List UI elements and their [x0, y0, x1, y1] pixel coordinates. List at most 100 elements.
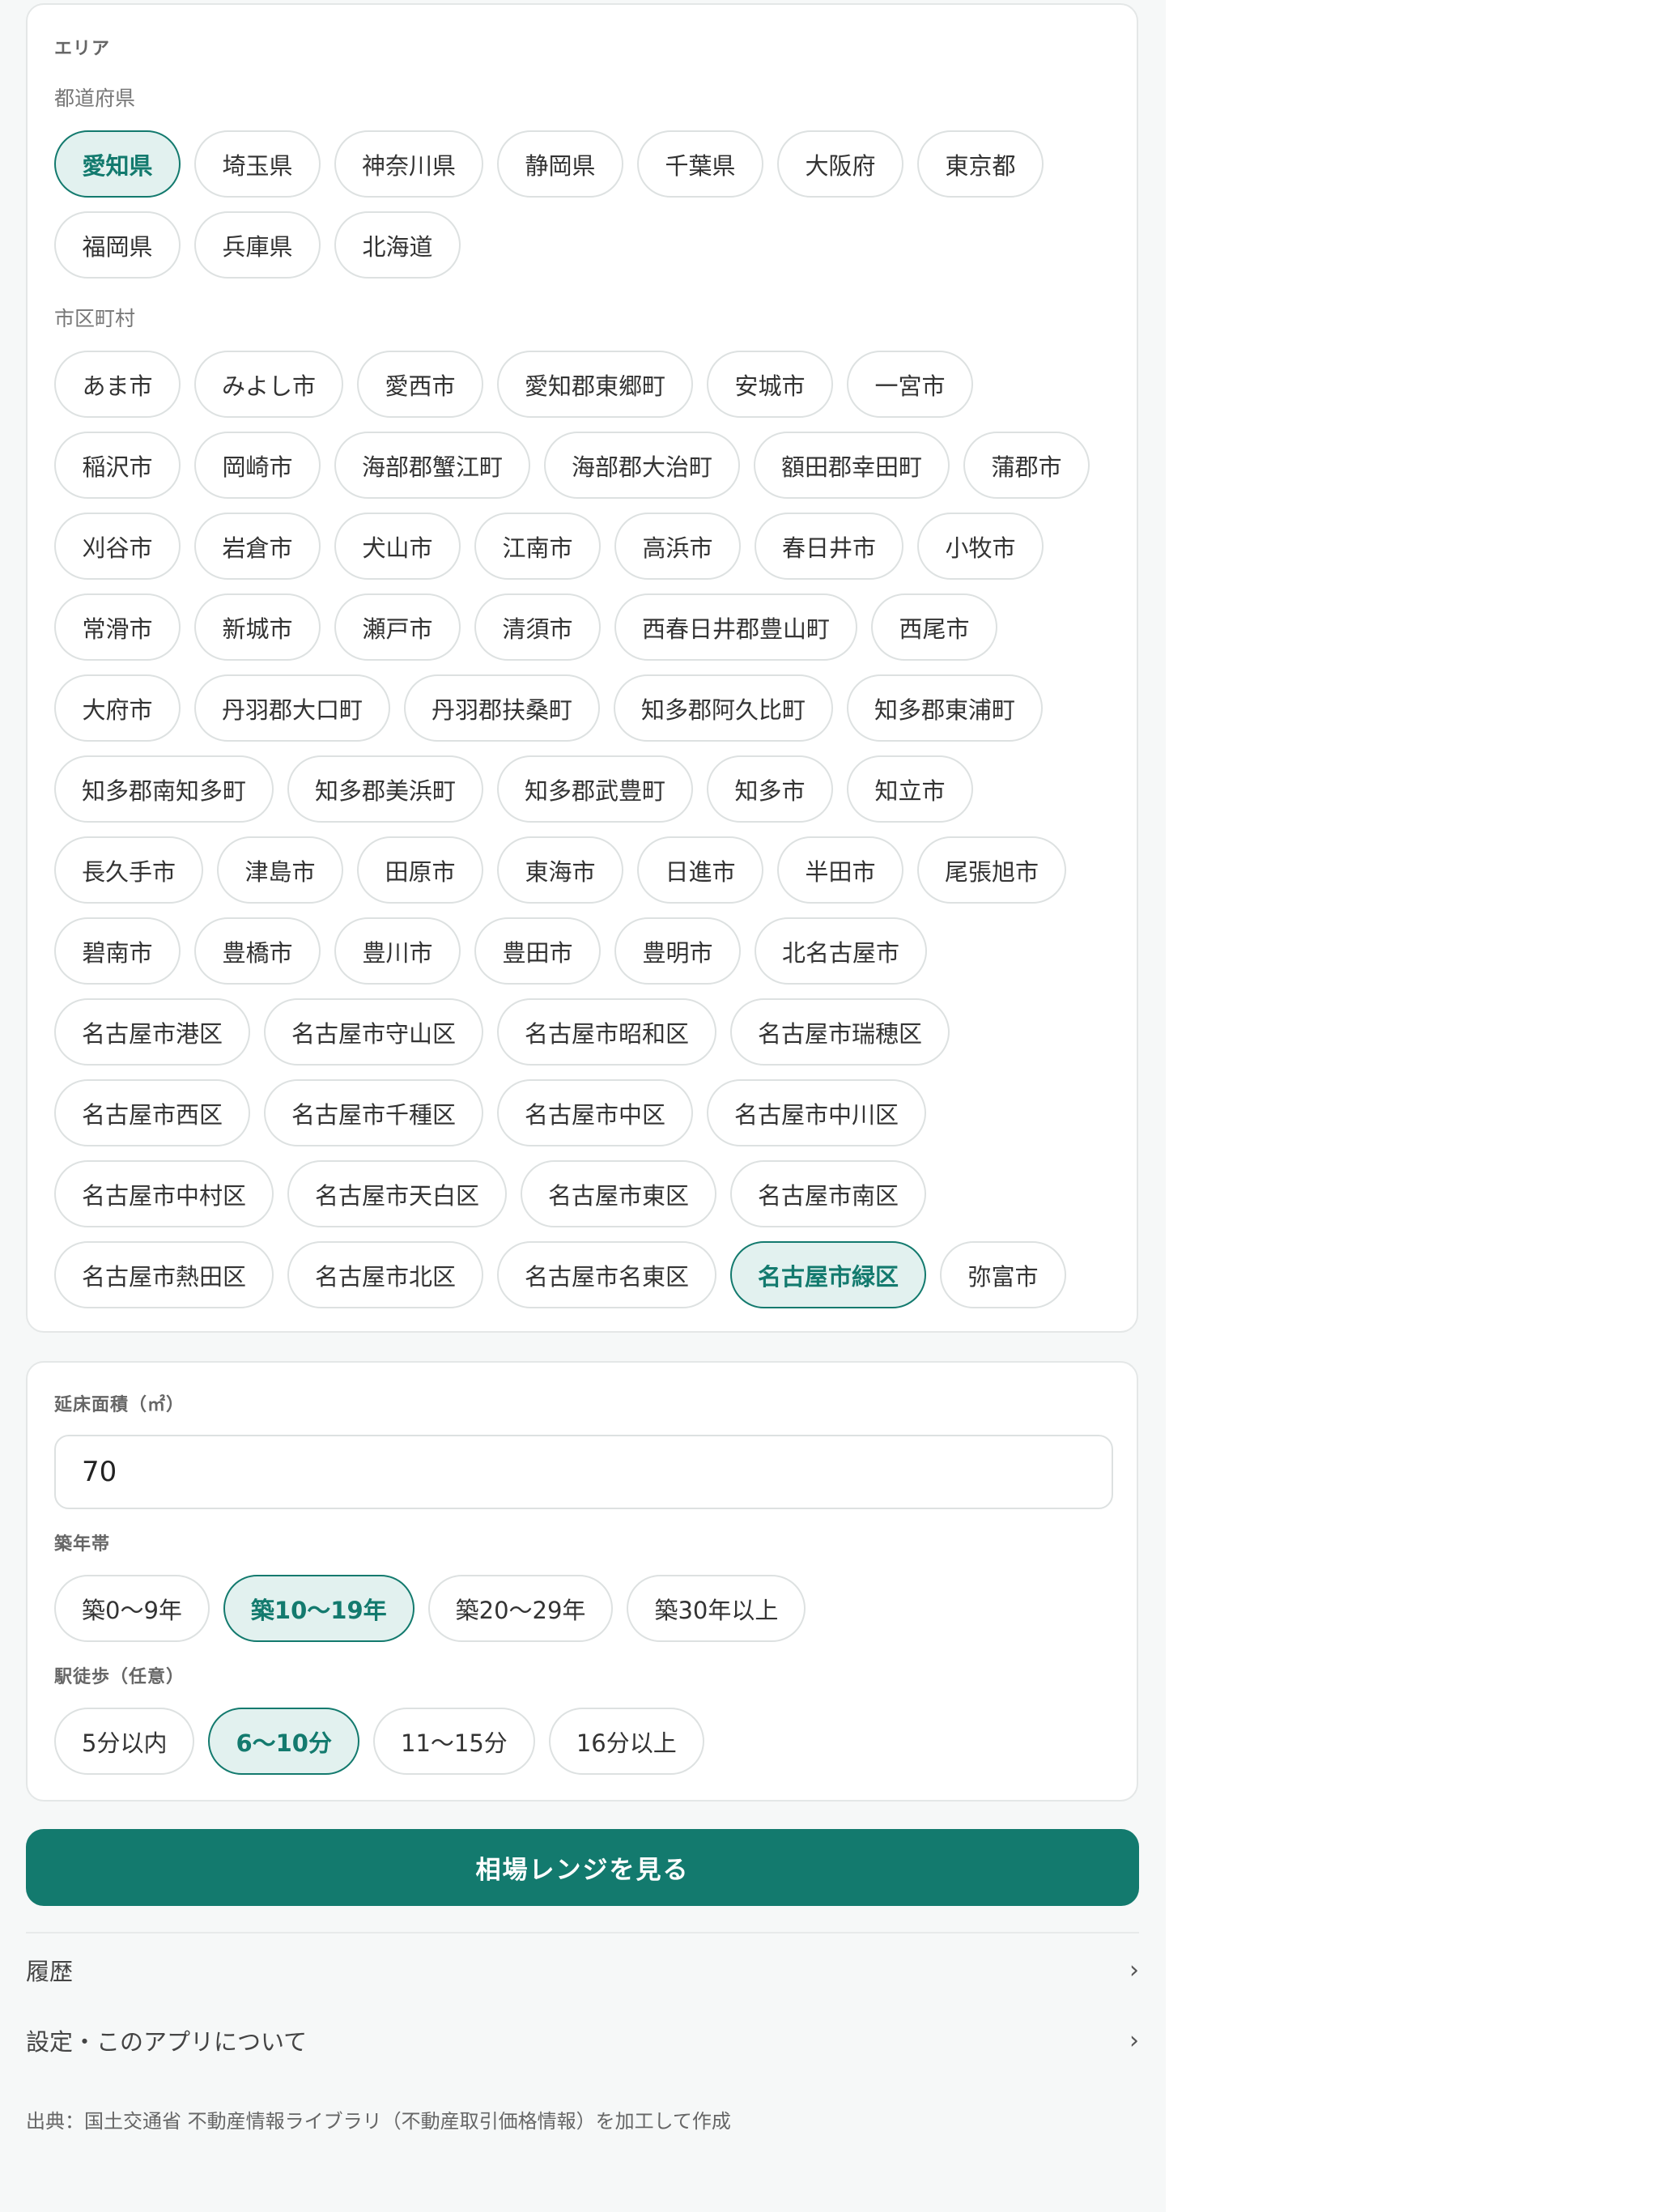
city-chip[interactable]: 知多郡美浜町	[287, 755, 484, 823]
city-chip[interactable]: 知多郡武豊町	[497, 755, 694, 823]
city-chip[interactable]: 知多郡南知多町	[54, 755, 274, 823]
city-chip-row: あま市 みよし市 愛西市 愛知郡東郷町 安城市 一宮市	[54, 351, 1123, 418]
city-chip[interactable]: 名古屋市天白区	[287, 1160, 508, 1227]
city-chip[interactable]: 名古屋市西区	[54, 1079, 251, 1146]
city-chip[interactable]: 岡崎市	[194, 432, 321, 499]
city-chip[interactable]: 豊明市	[614, 917, 741, 985]
city-chip[interactable]: 丹羽郡扶桑町	[404, 674, 601, 742]
city-chip[interactable]: 名古屋市南区	[730, 1160, 927, 1227]
city-chip[interactable]: 高浜市	[614, 513, 741, 580]
building-age-chip[interactable]: 築20〜29年	[427, 1575, 614, 1642]
prefecture-chip[interactable]: 兵庫県	[194, 211, 321, 279]
station-walk-chip[interactable]: 5分以内	[54, 1708, 195, 1775]
city-chip[interactable]: 名古屋市中川区	[707, 1079, 927, 1146]
chevron-right-icon: ›	[1129, 2026, 1139, 2055]
city-chip[interactable]: 名古屋市熱田区	[54, 1241, 274, 1308]
city-chip[interactable]: 名古屋市東区	[521, 1160, 717, 1227]
city-chip[interactable]: 常滑市	[54, 593, 181, 661]
city-chip[interactable]: 弥富市	[940, 1241, 1067, 1308]
city-chip[interactable]: 名古屋市中村区	[54, 1160, 274, 1227]
city-chip[interactable]: 海部郡大治町	[544, 432, 741, 499]
city-chip[interactable]: みよし市	[194, 351, 344, 418]
city-chip[interactable]: 刈谷市	[54, 513, 181, 580]
city-chip[interactable]: 知立市	[847, 755, 974, 823]
city-chip-row: 稲沢市 岡崎市 海部郡蟹江町 海部郡大治町 額田郡幸田町 蒲郡市	[54, 432, 1123, 499]
city-chip[interactable]: 一宮市	[847, 351, 974, 418]
prefecture-chip[interactable]: 大阪府	[777, 130, 904, 198]
city-chip[interactable]: 名古屋市中区	[497, 1079, 694, 1146]
city-chip[interactable]: 安城市	[707, 351, 834, 418]
city-chip[interactable]: 豊橋市	[194, 917, 321, 985]
city-chip-row: 常滑市 新城市 瀬戸市 清須市 西春日井郡豊山町 西尾市	[54, 593, 1123, 661]
prefecture-chip[interactable]: 北海道	[334, 211, 461, 279]
prefecture-chip[interactable]: 埼玉県	[194, 130, 321, 198]
history-row[interactable]: 履歴 ›	[26, 1946, 1139, 1994]
city-chip[interactable]: 額田郡幸田町	[754, 432, 950, 499]
city-chip[interactable]: 丹羽郡大口町	[194, 674, 391, 742]
city-chip[interactable]: あま市	[54, 351, 181, 418]
city-chip[interactable]: 愛知郡東郷町	[497, 351, 694, 418]
prefecture-chip[interactable]: 東京都	[917, 130, 1044, 198]
city-chip[interactable]: 蒲郡市	[963, 432, 1090, 499]
settings-row[interactable]: 設定・このアプリについて ›	[26, 2016, 1139, 2065]
source-note: 出典：国土交通省 不動産情報ライブラリ（不動産取引価格情報）を加工して作成	[26, 2110, 731, 2133]
view-price-range-button[interactable]: 相場レンジを見る	[26, 1829, 1139, 1906]
city-chip[interactable]: 犬山市	[334, 513, 461, 580]
city-chip[interactable]: 田原市	[357, 836, 484, 904]
city-chip[interactable]: 江南市	[474, 513, 601, 580]
floor-area-input[interactable]	[54, 1435, 1113, 1509]
city-chip[interactable]: 名古屋市瑞穂区	[730, 998, 950, 1066]
city-chip[interactable]: 長久手市	[54, 836, 204, 904]
city-chip[interactable]: 知多郡阿久比町	[614, 674, 834, 742]
area-card: エリア 都道府県 愛知県 埼玉県 神奈川県 静岡県 千葉県 大阪府 東京都 福岡県 兵庫県 北海道…	[26, 3, 1138, 1333]
city-chip[interactable]: 豊田市	[474, 917, 601, 985]
city-chip[interactable]: 碧南市	[54, 917, 181, 985]
prefecture-chip[interactable]: 静岡県	[497, 130, 624, 198]
city-chip[interactable]: 西尾市	[871, 593, 998, 661]
station-walk-chip-row: 5分以内 6〜10分 11〜15分 16分以上	[54, 1708, 1123, 1775]
prefecture-chip-row: 愛知県 埼玉県 神奈川県 静岡県 千葉県 大阪府 東京都	[54, 130, 1123, 198]
city-chip-row: 大府市 丹羽郡大口町 丹羽郡扶桑町 知多郡阿久比町 知多郡東浦町	[54, 674, 1123, 742]
city-chip-row: 名古屋市熱田区 名古屋市北区 名古屋市名東区 名古屋市緑区 弥富市	[54, 1241, 1123, 1308]
city-chip[interactable]: 清須市	[474, 593, 601, 661]
prefecture-chip[interactable]: 神奈川県	[334, 130, 484, 198]
station-walk-chip-selected[interactable]: 6〜10分	[208, 1708, 359, 1775]
city-chip[interactable]: 東海市	[497, 836, 624, 904]
city-chip[interactable]: 西春日井郡豊山町	[614, 593, 858, 661]
city-chip[interactable]: 大府市	[54, 674, 181, 742]
city-chip[interactable]: 小牧市	[917, 513, 1044, 580]
prefecture-chip-selected[interactable]: 愛知県	[54, 130, 181, 198]
prefecture-chip[interactable]: 福岡県	[54, 211, 181, 279]
city-chip[interactable]: 名古屋市名東区	[497, 1241, 717, 1308]
city-chip[interactable]: 日進市	[637, 836, 764, 904]
city-chip[interactable]: 名古屋市守山区	[264, 998, 484, 1066]
city-chip[interactable]: 名古屋市北区	[287, 1241, 484, 1308]
city-chip-row: 名古屋市西区 名古屋市千種区 名古屋市中区 名古屋市中川区	[54, 1079, 1123, 1146]
station-walk-label: 駅徒歩（任意）	[54, 1667, 185, 1687]
city-chip-selected[interactable]: 名古屋市緑区	[730, 1241, 927, 1308]
prefecture-chip[interactable]: 千葉県	[637, 130, 764, 198]
city-chip[interactable]: 半田市	[777, 836, 904, 904]
city-chip[interactable]: 愛西市	[357, 351, 484, 418]
building-age-chip[interactable]: 築0〜9年	[54, 1575, 210, 1642]
city-chip[interactable]: 稲沢市	[54, 432, 181, 499]
building-age-chip-selected[interactable]: 築10〜19年	[223, 1575, 414, 1642]
station-walk-chip[interactable]: 16分以上	[548, 1708, 704, 1775]
city-chip[interactable]: 名古屋市千種区	[264, 1079, 484, 1146]
city-chip[interactable]: 北名古屋市	[755, 917, 928, 985]
city-chip[interactable]: 知多郡東浦町	[847, 674, 1044, 742]
building-age-chip[interactable]: 築30年以上	[627, 1575, 806, 1642]
city-chip[interactable]: 名古屋市港区	[54, 998, 251, 1066]
city-chip[interactable]: 海部郡蟹江町	[334, 432, 531, 499]
city-chip[interactable]: 豊川市	[334, 917, 461, 985]
city-chip[interactable]: 尾張旭市	[917, 836, 1067, 904]
city-chip[interactable]: 知多市	[707, 755, 834, 823]
city-chip[interactable]: 瀬戸市	[334, 593, 461, 661]
station-walk-chip[interactable]: 11〜15分	[373, 1708, 535, 1775]
city-chip[interactable]: 春日井市	[755, 513, 904, 580]
city-chip[interactable]: 津島市	[217, 836, 344, 904]
city-chip[interactable]: 新城市	[194, 593, 321, 661]
city-chip-row: 名古屋市港区 名古屋市守山区 名古屋市昭和区 名古屋市瑞穂区	[54, 998, 1123, 1066]
city-chip[interactable]: 岩倉市	[194, 513, 321, 580]
city-chip[interactable]: 名古屋市昭和区	[497, 998, 717, 1066]
